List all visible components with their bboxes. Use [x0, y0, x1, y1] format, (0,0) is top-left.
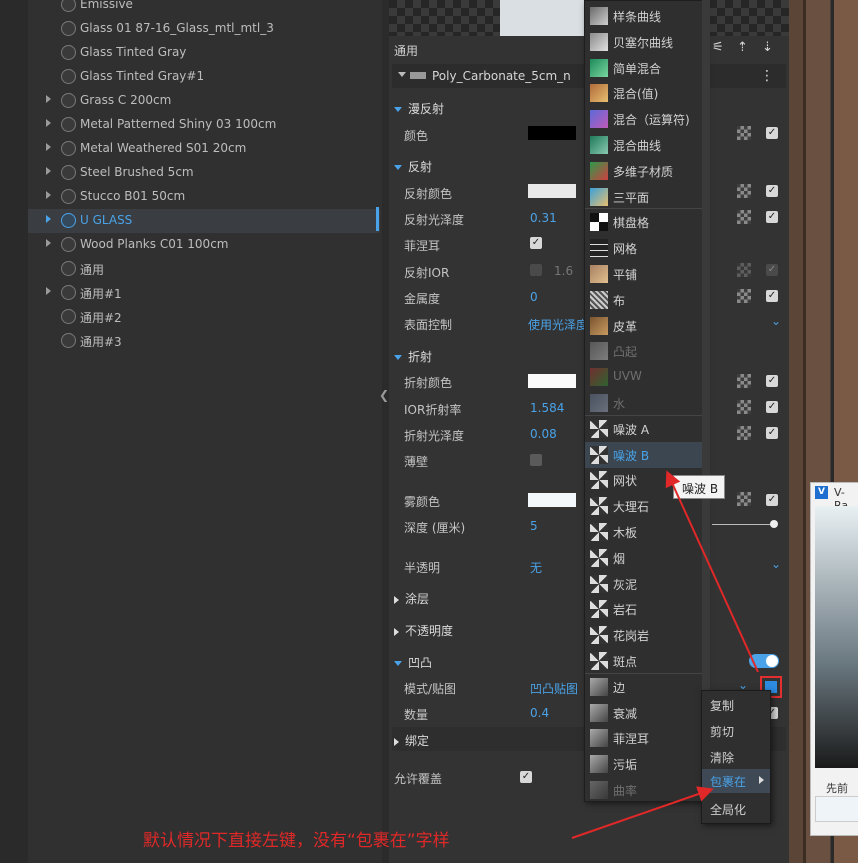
arrow-to-wrap-in: [571, 786, 714, 839]
annotation-arrows: [571, 470, 759, 839]
annotation-note: 默认情况下直接左键，没有“包裹在”字样: [143, 831, 450, 851]
arrow-to-noise-b: [665, 470, 759, 673]
